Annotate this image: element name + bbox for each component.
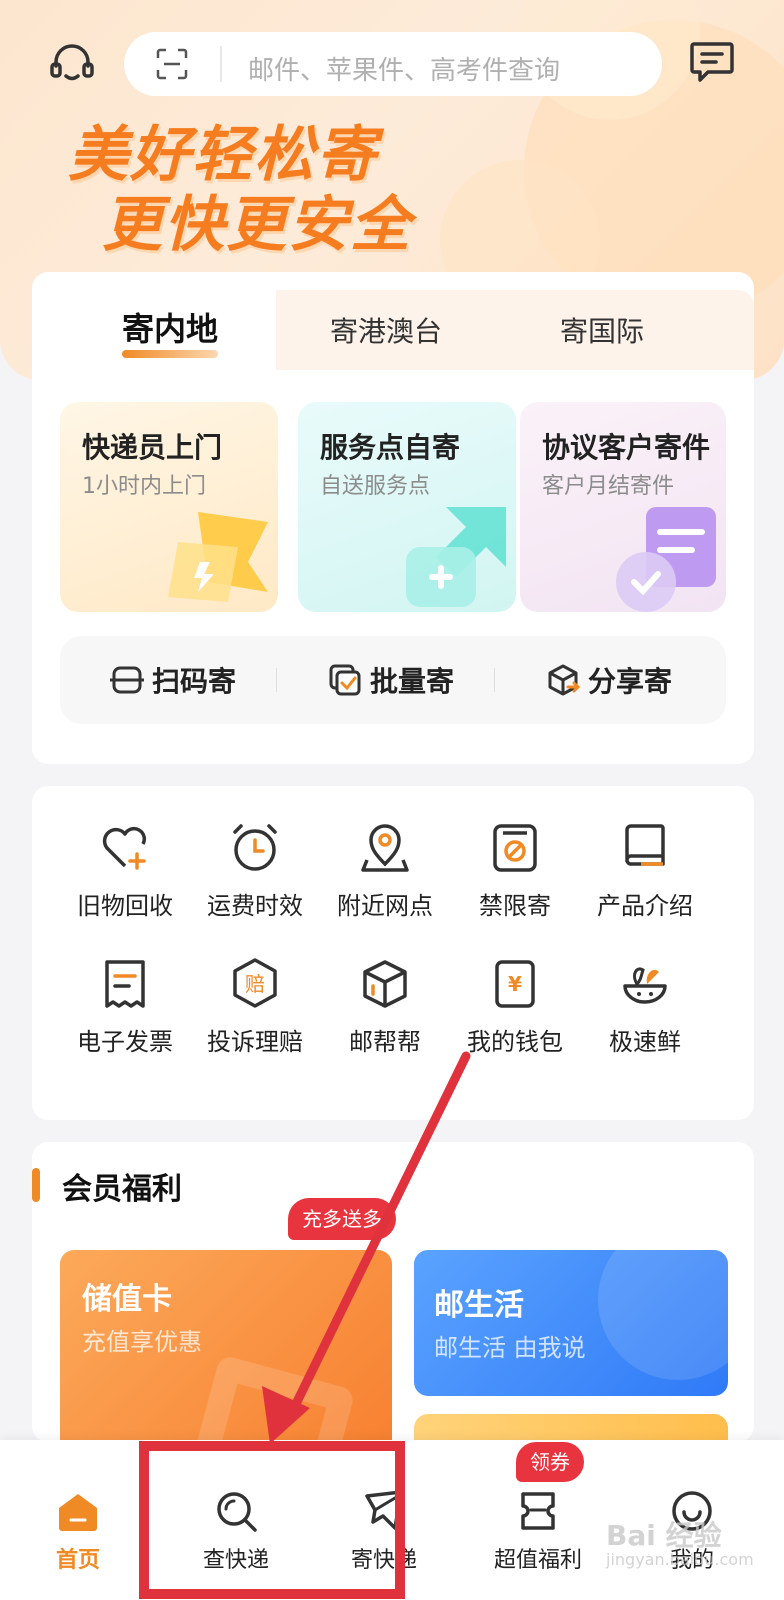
document-check-icon <box>616 507 716 612</box>
grid-item-post-helper[interactable]: 邮帮帮 <box>320 956 450 1057</box>
grid-item-label: 邮帮帮 <box>349 1028 421 1056</box>
quick-action-label: 扫码寄 <box>152 665 237 698</box>
share-box-icon <box>548 664 580 696</box>
grid-item-recycle[interactable]: 旧物回收 <box>60 820 190 921</box>
grid-item-label: 电子发票 <box>77 1028 173 1056</box>
wallet-icon: ¥ <box>495 960 535 1008</box>
grid-item-label: 运费时效 <box>207 892 303 920</box>
grid-item-label: 旧物回收 <box>77 892 173 920</box>
post-life-card[interactable]: 邮生活 邮生活 由我说 <box>414 1250 728 1396</box>
location-pin-icon <box>361 824 409 872</box>
batch-check-icon <box>329 664 361 696</box>
send-tabs: 寄内地 寄港澳台 寄国际 <box>32 272 754 370</box>
card-title: 邮生活 <box>434 1288 524 1323</box>
quick-action-label: 批量寄 <box>370 665 455 698</box>
home-icon <box>59 1494 97 1531</box>
share-send-button[interactable]: 分享寄 <box>546 662 672 698</box>
alarm-clock-icon <box>233 824 277 871</box>
search-bar[interactable]: 邮件、苹果件、高考件查询 <box>124 32 662 96</box>
slogan-line-2: 更快更安全 <box>102 190 412 260</box>
tab-home[interactable]: 首页 <box>8 1488 148 1574</box>
tab-mainland[interactable]: 寄内地 <box>122 304 218 350</box>
tab-international[interactable]: 寄国际 <box>560 310 644 350</box>
grid-item-express-fresh[interactable]: 极速鲜 <box>580 956 710 1057</box>
active-tab-indicator <box>122 350 218 358</box>
claim-icon: 赔 <box>233 958 277 1008</box>
scan-send-button[interactable]: 扫码寄 <box>110 662 236 698</box>
promo-badge: 充多送多 <box>288 1198 396 1240</box>
search-input[interactable]: 邮件、苹果件、高考件查询 <box>248 50 560 87</box>
coupon-icon <box>521 1492 555 1530</box>
grid-item-nearby-outlets[interactable]: 附近网点 <box>320 820 450 921</box>
grid-item-label: 我的钱包 <box>467 1028 563 1056</box>
card-subtitle: 充值享优惠 <box>82 1328 202 1356</box>
fresh-bowl-icon <box>623 967 667 1004</box>
tab-label: 超值福利 <box>493 1548 582 1573</box>
watermark: Bai 经验 <box>606 1519 722 1552</box>
quick-action-label: 分享寄 <box>588 665 673 698</box>
service-title: 快递员上门 <box>82 431 223 464</box>
tab-label: 首页 <box>55 1548 100 1573</box>
service-self-drop-off[interactable]: 服务点自寄 自送服务点 <box>298 402 516 612</box>
heart-plus-icon <box>102 827 147 870</box>
flag-lightning-icon <box>168 512 268 602</box>
section-title: 会员福利 <box>62 1172 182 1207</box>
send-icon <box>365 1490 403 1530</box>
service-title: 服务点自寄 <box>320 431 461 464</box>
section-accent-bar <box>32 1168 40 1202</box>
top-bar: 邮件、苹果件、高考件查询 <box>0 30 784 100</box>
stored-value-card[interactable]: 储值卡 充值享优惠 <box>60 1250 392 1442</box>
wallet-glyph: ¥ <box>508 972 522 996</box>
grid-item-my-wallet[interactable]: ¥ 我的钱包 <box>450 956 580 1057</box>
grid-item-label: 禁限寄 <box>479 892 551 920</box>
quick-actions: 扫码寄 批量寄 分享寄 <box>60 636 726 724</box>
service-title: 协议客户寄件 <box>542 431 711 464</box>
function-grid: 旧物回收 运费时效 附近网点 禁限寄 产品介绍 电子发票 赔 投诉理赔 邮帮帮 … <box>32 786 754 1120</box>
customer-service-icon[interactable] <box>46 38 98 90</box>
coupon-badge: 领券 <box>516 1442 584 1482</box>
grid-item-restricted[interactable]: 禁限寄 <box>450 820 580 921</box>
card-decoration <box>184 1354 356 1442</box>
arrow-box-icon <box>406 507 506 607</box>
grid-item-label: 投诉理赔 <box>207 1028 303 1056</box>
message-icon[interactable] <box>688 38 736 86</box>
watermark-subtext: jingyan.baidu.com <box>606 1550 754 1569</box>
tab-benefits[interactable]: 超值福利 <box>468 1488 608 1574</box>
grid-item-product-intro[interactable]: 产品介绍 <box>580 820 710 921</box>
grid-item-label: 极速鲜 <box>609 1028 681 1056</box>
box-icon <box>363 960 407 1008</box>
member-benefits: 会员福利 储值卡 充值享优惠 邮生活 邮生活 由我说 <box>32 1142 754 1442</box>
book-icon <box>625 824 665 866</box>
invoice-icon <box>105 960 145 1008</box>
tab-track-express[interactable]: 查快递 <box>166 1488 306 1574</box>
grid-item-e-invoice[interactable]: 电子发票 <box>60 956 190 1057</box>
tab-label: 寄快递 <box>350 1548 417 1573</box>
send-card: 寄内地 寄港澳台 寄国际 快递员上门 1小时内上门 服务点自寄 自送服务点 协议… <box>32 272 754 764</box>
tab-hk-macau-taiwan[interactable]: 寄港澳台 <box>330 310 442 350</box>
card-subtitle: 邮生活 由我说 <box>434 1334 586 1362</box>
batch-send-button[interactable]: 批量寄 <box>328 662 454 698</box>
claim-glyph: 赔 <box>245 972 265 996</box>
quick-action-divider <box>276 668 277 692</box>
tab-label: 查快递 <box>202 1548 269 1573</box>
tab-send-express[interactable]: 寄快递 <box>314 1488 454 1574</box>
search-divider <box>220 46 222 82</box>
quick-action-divider <box>494 668 495 692</box>
promo-card[interactable] <box>414 1414 728 1442</box>
grid-item-complaint-claim[interactable]: 赔 投诉理赔 <box>190 956 320 1057</box>
grid-item-label: 附近网点 <box>337 892 433 920</box>
grid-item-shipping-time[interactable]: 运费时效 <box>190 820 320 921</box>
search-icon <box>217 1492 257 1532</box>
scan-icon[interactable] <box>156 48 188 80</box>
card-title: 储值卡 <box>82 1282 172 1317</box>
service-courier-pickup[interactable]: 快递员上门 1小时内上门 <box>60 402 278 612</box>
card-decoration <box>598 1250 728 1380</box>
scan-icon <box>110 666 144 694</box>
grid-item-label: 产品介绍 <box>597 892 693 920</box>
service-contract-customer[interactable]: 协议客户寄件 客户月结寄件 <box>520 402 726 612</box>
forbidden-icon <box>493 824 537 872</box>
